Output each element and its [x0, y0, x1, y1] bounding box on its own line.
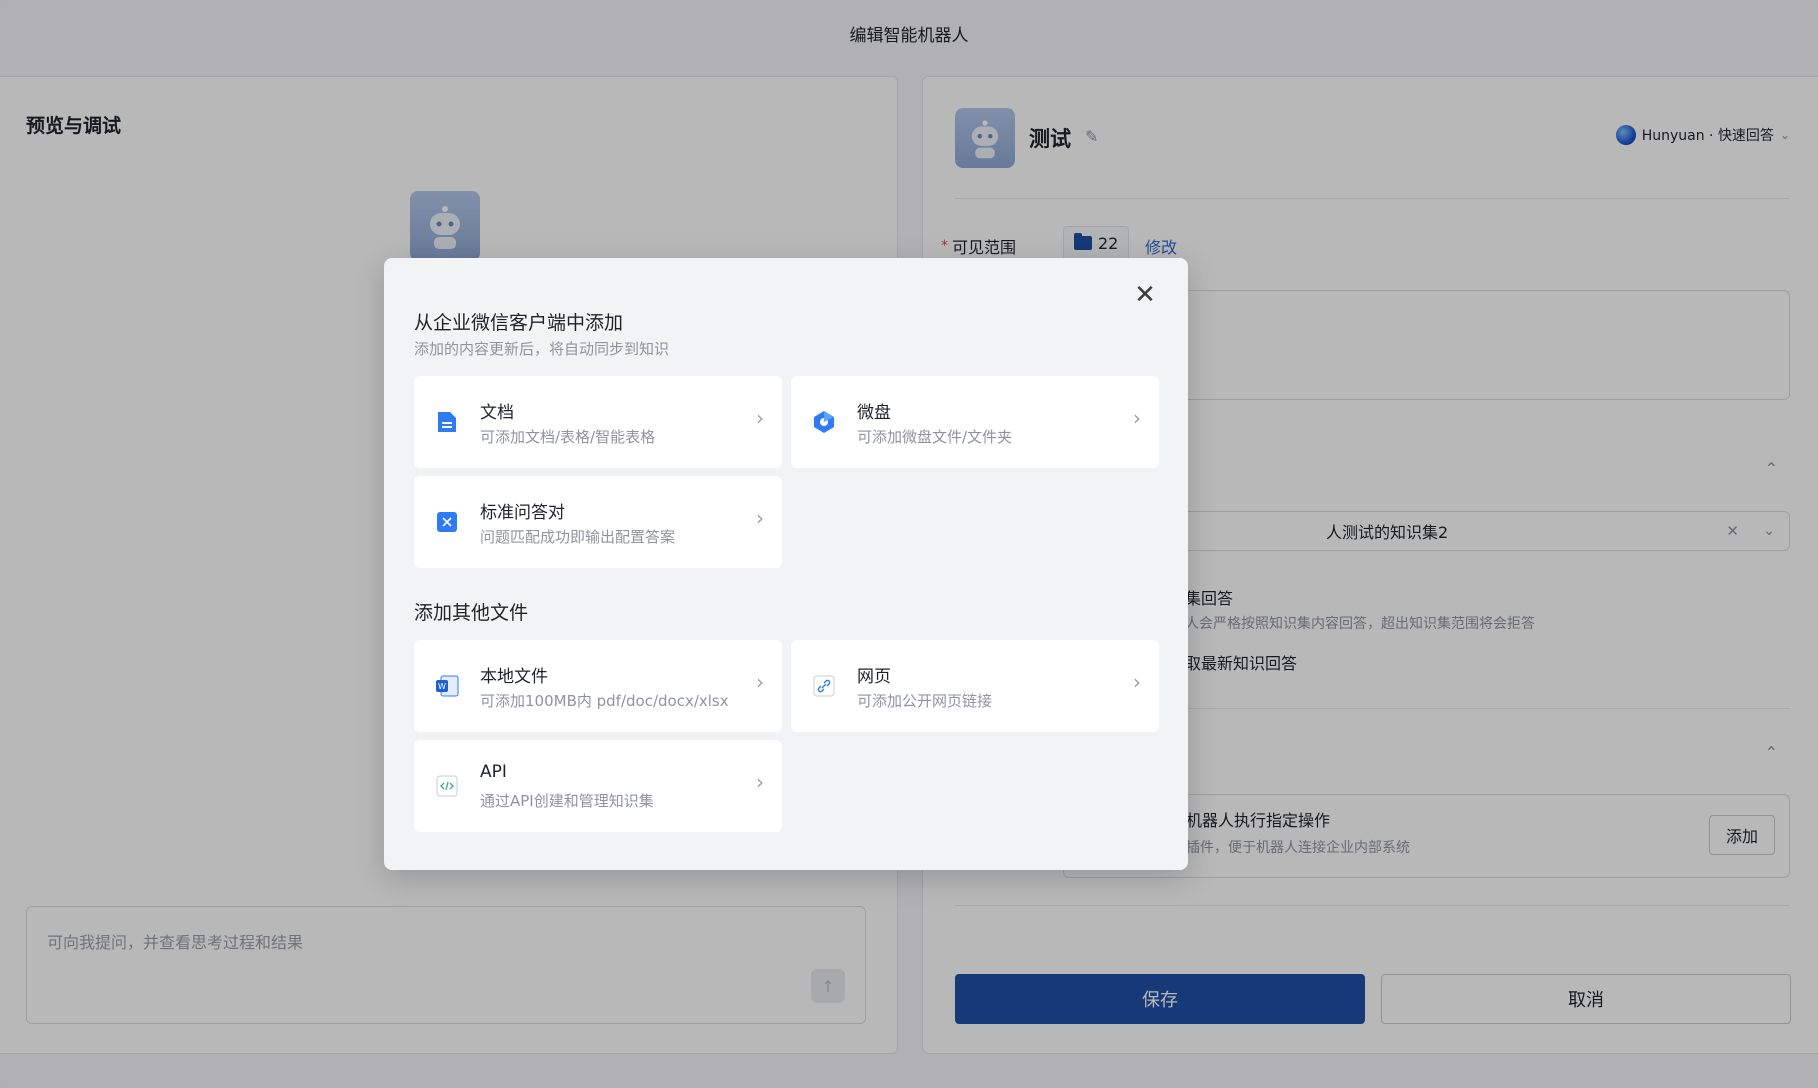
- chevron-right-icon: ›: [1133, 670, 1141, 694]
- chevron-right-icon: ›: [756, 506, 764, 530]
- drive-icon: [811, 409, 837, 435]
- card-doc-title: 文档: [480, 403, 514, 423]
- document-icon: [434, 409, 460, 435]
- svg-text:W: W: [438, 682, 446, 691]
- word-file-icon: W: [434, 673, 460, 699]
- card-doc-desc: 可添加文档/表格/智能表格: [480, 428, 656, 446]
- chevron-right-icon: ›: [756, 406, 764, 430]
- card-qa[interactable]: 标准问答对 问题匹配成功即输出配置答案 ›: [414, 476, 782, 568]
- chevron-right-icon: ›: [1133, 406, 1141, 430]
- card-web-desc: 可添加公开网页链接: [857, 692, 993, 710]
- card-qa-desc: 问题匹配成功即输出配置答案: [480, 528, 676, 546]
- card-api-title: API: [480, 762, 507, 782]
- card-local-title: 本地文件: [480, 667, 548, 687]
- chevron-right-icon: ›: [756, 770, 764, 794]
- section-wecom-subtitle: 添加的内容更新后，将自动同步到知识: [414, 340, 670, 358]
- add-knowledge-modal: ✕ 从企业微信客户端中添加 添加的内容更新后，将自动同步到知识 文档 可添加文档…: [384, 258, 1188, 870]
- card-drive[interactable]: 微盘 可添加微盘文件/文件夹 ›: [791, 376, 1159, 468]
- section-other-title: 添加其他文件: [414, 602, 529, 624]
- card-local-file[interactable]: W 本地文件 可添加100MB内 pdf/doc/docx/xlsx ›: [414, 640, 782, 732]
- card-drive-desc: 可添加微盘文件/文件夹: [857, 428, 1013, 446]
- qa-icon: [434, 509, 460, 535]
- card-web-title: 网页: [857, 667, 891, 687]
- card-webpage[interactable]: 网页 可添加公开网页链接 ›: [791, 640, 1159, 732]
- card-api-desc: 通过API创建和管理知识集: [480, 792, 654, 810]
- section-wecom-title: 从企业微信客户端中添加: [414, 312, 624, 334]
- card-drive-title: 微盘: [857, 403, 891, 423]
- code-icon: [434, 773, 460, 799]
- close-icon[interactable]: ✕: [1130, 280, 1160, 310]
- card-doc[interactable]: 文档 可添加文档/表格/智能表格 ›: [414, 376, 782, 468]
- card-local-desc: 可添加100MB内 pdf/doc/docx/xlsx: [480, 692, 729, 710]
- card-api[interactable]: API 通过API创建和管理知识集 ›: [414, 740, 782, 832]
- link-icon: [811, 673, 837, 699]
- card-qa-title: 标准问答对: [480, 503, 565, 523]
- chevron-right-icon: ›: [756, 670, 764, 694]
